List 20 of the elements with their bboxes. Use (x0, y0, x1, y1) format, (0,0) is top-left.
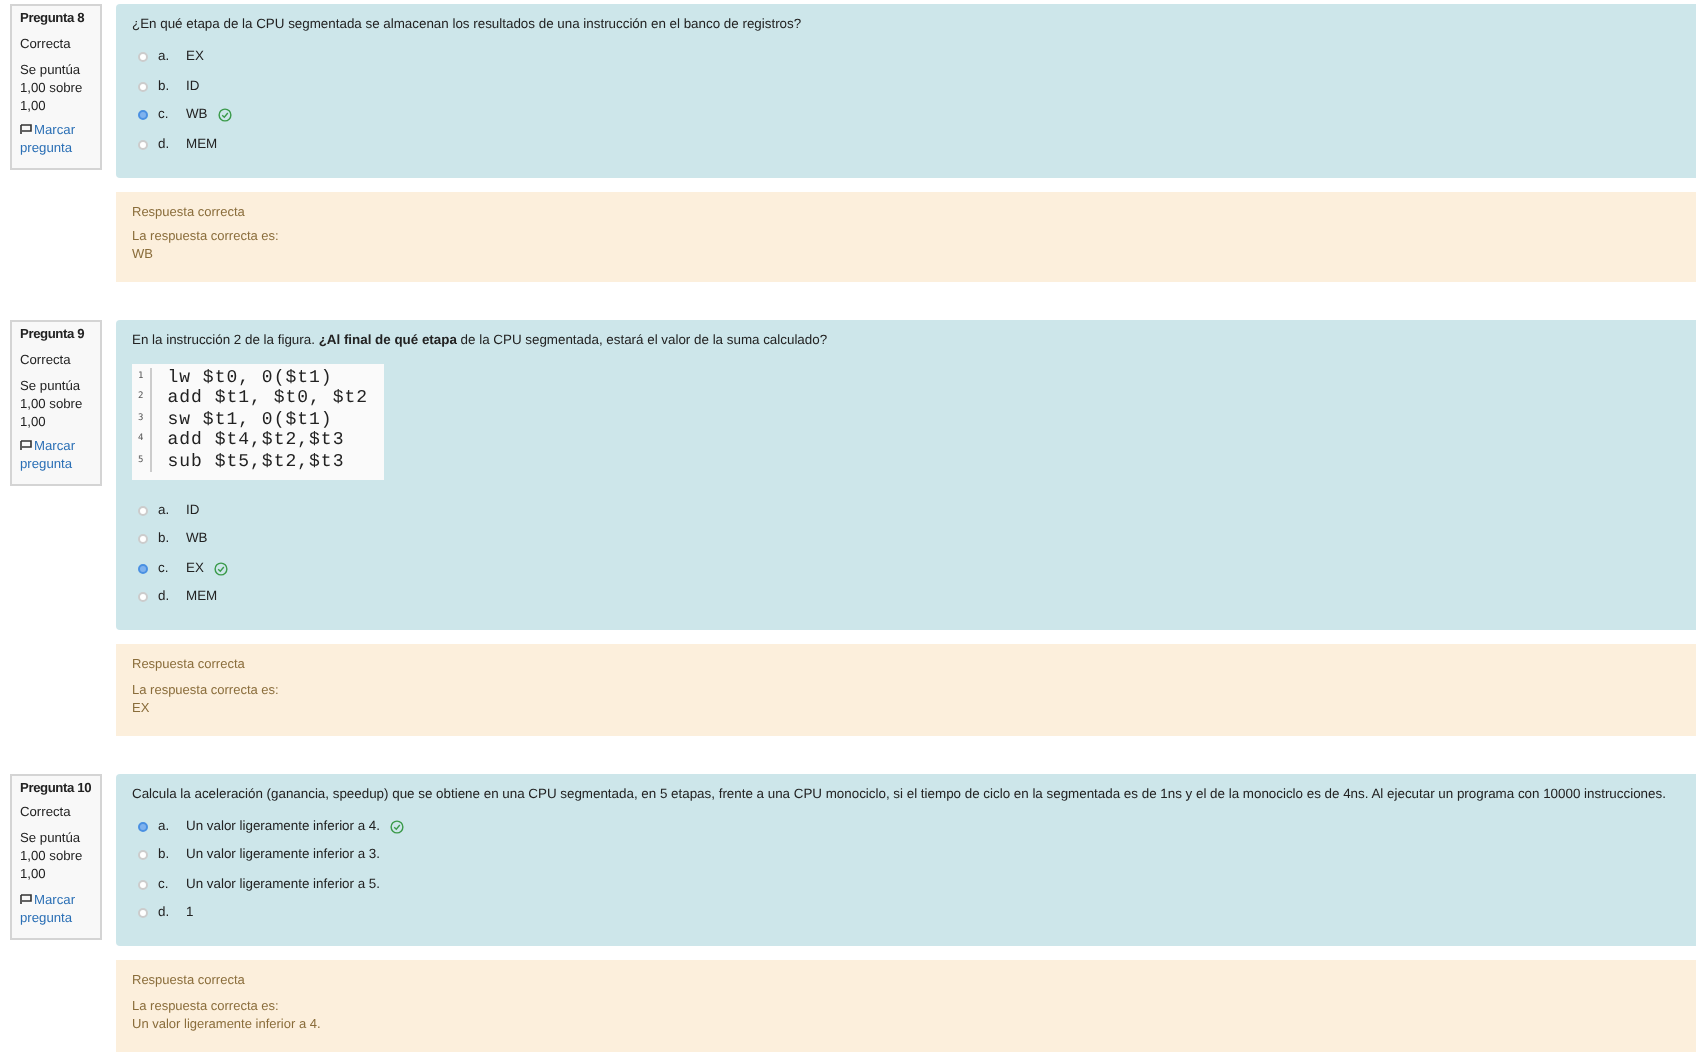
flag-icon (20, 440, 32, 451)
code-line: add $t1, $t0, $t2 (167, 388, 369, 410)
radio-button[interactable] (138, 81, 148, 92)
radio-button[interactable] (138, 505, 148, 516)
radio-button[interactable] (138, 908, 148, 919)
radio-button[interactable] (138, 563, 148, 574)
radio-button[interactable] (138, 592, 148, 603)
code-line: add $t4,$t2,$t3 (167, 430, 347, 452)
radio-button[interactable] (138, 879, 148, 890)
flag-icon (20, 124, 32, 135)
flag-icon (20, 893, 32, 904)
radio-button[interactable] (138, 534, 148, 545)
code-line: sw $t1, 0($t1) (167, 409, 335, 431)
radio-button[interactable] (138, 110, 148, 121)
code-line: sub $t5,$t2,$t3 (167, 451, 347, 473)
code-line: lw $t0, 0($t1) (167, 367, 335, 389)
radio-button[interactable] (138, 850, 148, 861)
radio-button[interactable] (138, 52, 148, 63)
radio-button[interactable] (138, 139, 148, 150)
radio-button[interactable] (138, 821, 148, 832)
